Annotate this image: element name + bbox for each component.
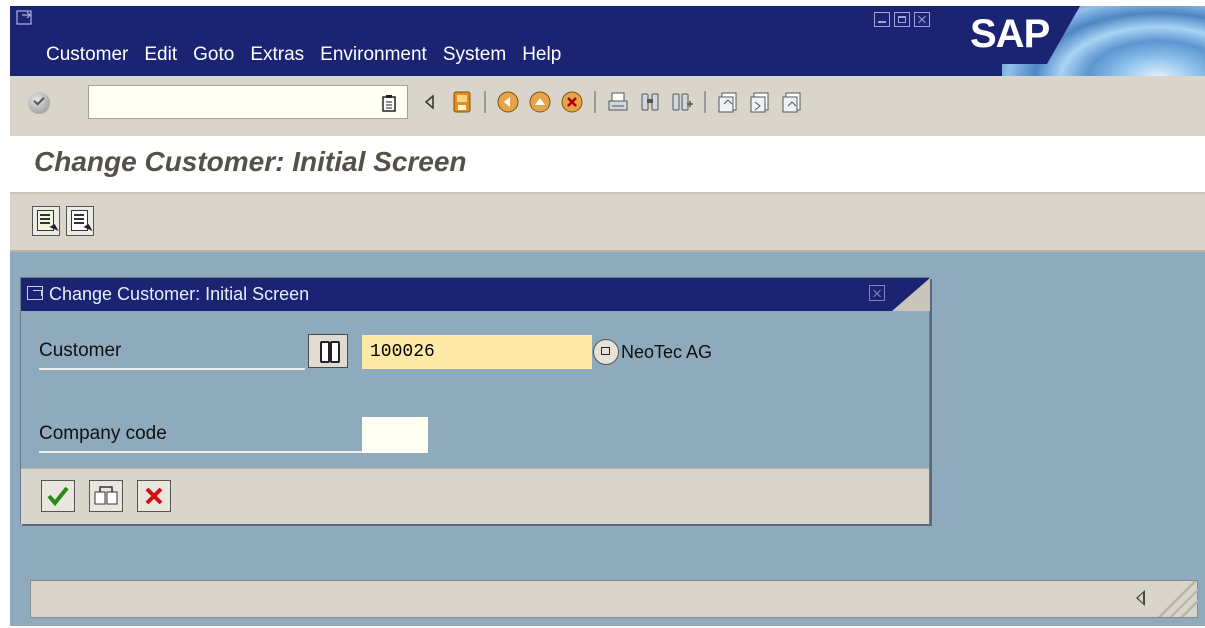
details-icon[interactable] [593,339,619,365]
continue-button[interactable] [41,480,75,512]
print-icon[interactable] [606,90,630,114]
minimize-icon[interactable] [874,12,890,27]
status-collapse-icon[interactable] [1136,590,1145,606]
dialog-title-bar: Change Customer: Initial Screen [21,278,930,311]
sap-logo-text: SAP [970,12,1050,56]
menu-bar: Customer Edit Goto Extras Environment Sy… [46,44,577,66]
resize-grip[interactable] [1154,581,1198,617]
cancel-x-icon [145,487,163,505]
system-menu-icon[interactable] [16,10,34,26]
customer-input[interactable]: 100026 [362,335,592,369]
standard-toolbar [10,76,1205,137]
enter-icon[interactable] [28,92,50,114]
toolbar-icons [418,90,812,114]
save-icon[interactable] [450,90,474,114]
pointer-icon [83,224,93,234]
find-icon[interactable] [638,90,662,114]
menu-goto[interactable]: Goto [193,44,234,66]
company-code-label: Company code [39,423,365,453]
menu-edit[interactable]: Edit [144,44,177,66]
cancel-icon[interactable] [560,90,584,114]
close-window-icon[interactable] [914,12,930,27]
menu-environment[interactable]: Environment [320,44,427,66]
command-history-icon[interactable] [382,94,396,112]
dialog-menu-icon[interactable] [27,286,43,300]
pointer-icon [49,224,59,234]
back-nav-icon[interactable] [496,90,520,114]
maximize-icon[interactable] [894,12,910,27]
other-customer-button[interactable] [89,480,123,512]
toolbar-separator [484,91,486,113]
status-bar [30,580,1198,618]
change-customer-dialog: Change Customer: Initial Screen Customer… [20,277,930,524]
find-next-icon[interactable] [670,90,694,114]
company-code-input[interactable] [362,417,428,453]
company-code-data-button[interactable] [66,206,94,236]
screen-title-bar: Change Customer: Initial Screen [10,136,1205,194]
menu-customer[interactable]: Customer [46,44,128,66]
page-title: Change Customer: Initial Screen [34,146,467,177]
menu-extras[interactable]: Extras [250,44,304,66]
customer-name: NeoTec AG [621,342,713,362]
back-icon[interactable] [418,90,442,114]
dialog-footer [21,468,929,524]
title-bar-corner [892,278,930,311]
cancel-button[interactable] [137,480,171,512]
dialog-title: Change Customer: Initial Screen [49,284,310,304]
toolbar-separator [594,91,596,113]
exit-icon[interactable] [528,90,552,114]
checkmark-icon [47,486,69,507]
previous-page-icon[interactable] [748,90,772,114]
menu-system[interactable]: System [443,44,506,66]
menu-help[interactable]: Help [522,44,561,66]
command-field[interactable] [88,85,408,119]
customer-search-help-button[interactable] [308,334,348,368]
switch-icon [94,486,118,505]
first-page-icon[interactable] [716,90,740,114]
sap-window: Customer Edit Goto Extras Environment Sy… [10,6,1205,626]
dialog-close-icon[interactable] [869,285,885,301]
application-toolbar [10,194,1205,252]
next-page-icon[interactable] [780,90,804,114]
general-data-button[interactable] [32,206,60,236]
customer-label: Customer [39,340,305,370]
toolbar-separator [704,91,706,113]
